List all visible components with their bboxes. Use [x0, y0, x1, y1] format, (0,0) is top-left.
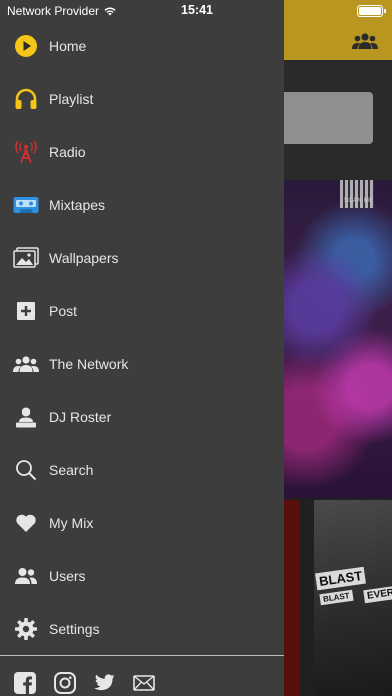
menu-label-radio: Radio [49, 143, 86, 160]
play-circle-icon [13, 33, 39, 59]
menu-label-settings: Settings [49, 620, 100, 637]
menu-label-wallpapers: Wallpapers [49, 249, 119, 266]
menu-label-dj-roster: DJ Roster [49, 408, 112, 425]
menu-item-playlist[interactable]: Playlist [0, 72, 284, 125]
drawer-menu: Home Playlist Radio Mixtapes Wallpapers [0, 19, 284, 655]
menu-label-my-mix: My Mix [49, 514, 94, 531]
content-tile-red[interactable] [284, 500, 300, 696]
menu-item-mixtapes[interactable]: Mixtapes [0, 178, 284, 231]
drawer-divider [0, 655, 284, 656]
hero-banner[interactable]: SCAN ME [284, 180, 392, 498]
radio-tower-icon [13, 139, 39, 165]
menu-item-search[interactable]: Search [0, 443, 284, 496]
menu-label-users: Users [49, 567, 86, 584]
menu-item-dj-roster[interactable]: DJ Roster [0, 390, 284, 443]
menu-item-home[interactable]: Home [0, 19, 284, 72]
cassette-icon [13, 192, 39, 218]
mail-icon[interactable] [133, 672, 155, 694]
image-icon [13, 245, 39, 271]
menu-item-users[interactable]: Users [0, 549, 284, 602]
scan-label: SCAN ME [344, 198, 374, 204]
dj-icon [13, 404, 39, 430]
social-links [0, 662, 284, 696]
status-time: 15:41 [181, 3, 213, 17]
battery-icon [357, 5, 386, 17]
menu-label-post: Post [49, 302, 78, 319]
group-icon [13, 351, 39, 377]
poster-word: BLAST [319, 589, 354, 606]
instagram-icon[interactable] [54, 672, 76, 694]
menu-item-post[interactable]: Post [0, 284, 284, 337]
menu-item-my-mix[interactable]: My Mix [0, 496, 284, 549]
wifi-icon [104, 7, 116, 16]
carrier-name: Network Provider [7, 4, 100, 18]
menu-item-settings[interactable]: Settings [0, 602, 284, 655]
poster-word: BLAST [315, 566, 367, 591]
status-bar: Network Provider 15:41 [0, 0, 392, 22]
app-search-box[interactable] [284, 92, 373, 144]
plus-square-icon [13, 298, 39, 324]
users-icon [13, 563, 39, 589]
menu-label-search: Search [49, 461, 94, 478]
headphones-icon [13, 86, 39, 112]
heart-icon [13, 510, 39, 536]
carrier-group: Network Provider [7, 4, 117, 18]
users-header-icon[interactable] [352, 32, 378, 50]
menu-item-wallpapers[interactable]: Wallpapers [0, 231, 284, 284]
navigation-drawer: Home Playlist Radio Mixtapes Wallpapers [0, 0, 284, 696]
menu-label-mixtapes: Mixtapes [49, 196, 106, 213]
content-tile-poster[interactable]: BLAST BLAST EVER [314, 500, 392, 696]
twitter-icon[interactable] [93, 672, 115, 694]
menu-label-the-network: The Network [49, 355, 129, 372]
search-icon [13, 457, 39, 483]
poster-word: EVER [363, 585, 392, 604]
gear-icon [13, 616, 39, 642]
menu-item-radio[interactable]: Radio [0, 125, 284, 178]
menu-item-the-network[interactable]: The Network [0, 337, 284, 390]
menu-label-playlist: Playlist [49, 90, 94, 107]
main-content-background: SCAN ME BLAST BLAST EVER [284, 0, 392, 696]
menu-label-home: Home [49, 37, 87, 54]
facebook-icon[interactable] [14, 672, 36, 694]
